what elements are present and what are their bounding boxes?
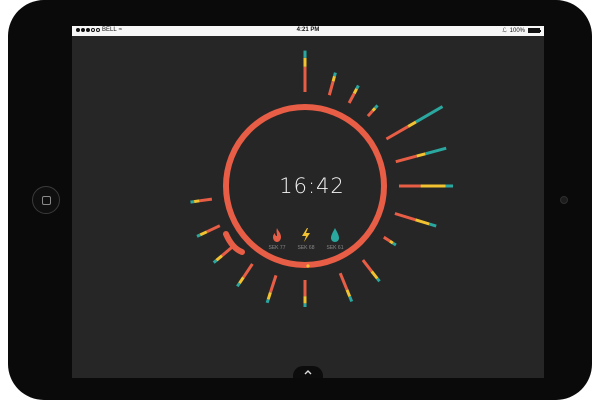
current-hour-dot bbox=[306, 264, 310, 268]
usage-tick-segment bbox=[238, 276, 245, 285]
water-cost-label: SEK 61 bbox=[326, 245, 344, 251]
usage-tick-segment bbox=[266, 292, 272, 300]
usage-tick-segment bbox=[415, 218, 430, 226]
water-drop-icon bbox=[331, 228, 339, 242]
front-camera bbox=[560, 196, 568, 204]
usage-tick-segment bbox=[425, 146, 447, 156]
usage-tick-segment bbox=[371, 107, 377, 112]
usage-tick-segment bbox=[394, 212, 416, 222]
usage-tick-segment bbox=[212, 259, 218, 264]
app-screen: BELL ≈ 4:21 PM ℒ 100% 16:42 SEK 77 SEK 6… bbox=[72, 26, 544, 378]
chevron-up-icon bbox=[304, 370, 312, 375]
gas-cost-label: SEK 77 bbox=[268, 245, 286, 251]
utility-water[interactable]: SEK 61 bbox=[320, 228, 350, 251]
usage-tick-segment bbox=[352, 88, 359, 95]
usage-tick-segment bbox=[338, 272, 349, 291]
usage-tick-segment bbox=[361, 259, 373, 273]
usage-tick-segment bbox=[428, 222, 437, 228]
usage-tick-segment bbox=[215, 254, 223, 262]
usage-tick-segment bbox=[382, 235, 391, 243]
home-square-icon bbox=[41, 195, 51, 205]
usage-tick-segment bbox=[347, 92, 356, 104]
usage-tick-segment bbox=[385, 125, 409, 141]
usage-tick-segment bbox=[327, 80, 335, 96]
usage-tick-segment bbox=[415, 105, 444, 124]
usage-tick-segment bbox=[199, 197, 213, 203]
clock-time: 16:42 bbox=[279, 174, 345, 198]
usage-tick-segment bbox=[355, 84, 360, 90]
usage-tick-segment bbox=[348, 295, 354, 303]
usage-tick-segment bbox=[416, 152, 426, 158]
home-button[interactable] bbox=[32, 186, 60, 214]
flame-icon bbox=[273, 228, 281, 242]
usage-tick-segment bbox=[268, 274, 278, 293]
usage-tick-segment bbox=[370, 270, 379, 280]
usage-tick-segment bbox=[265, 298, 270, 304]
utility-gas[interactable]: SEK 77 bbox=[262, 228, 292, 251]
usage-dial bbox=[190, 50, 453, 307]
usage-tick-segment bbox=[242, 263, 254, 279]
usage-tick-segment bbox=[190, 200, 195, 204]
usage-tick-segment bbox=[376, 277, 381, 283]
usage-tick-segment bbox=[193, 199, 200, 204]
lightning-icon bbox=[302, 228, 310, 242]
usage-tick-segment bbox=[389, 239, 394, 245]
usage-tick-segment bbox=[331, 75, 336, 82]
tablet-device: BELL ≈ 4:21 PM ℒ 100% 16:42 SEK 77 SEK 6… bbox=[8, 0, 592, 400]
usage-tick-segment bbox=[407, 120, 417, 128]
usage-tick-segment bbox=[196, 233, 201, 238]
usage-tick-segment bbox=[373, 104, 379, 110]
usage-tick-segment bbox=[392, 241, 397, 247]
usage-tick-segment bbox=[345, 289, 352, 298]
usage-tick-segment bbox=[395, 154, 418, 164]
usage-tick-segment bbox=[366, 109, 374, 118]
electricity-cost-label: SEK 68 bbox=[297, 245, 315, 251]
usage-tick-segment bbox=[236, 282, 241, 288]
usage-tick-segment bbox=[206, 224, 221, 234]
usage-tick-segment bbox=[333, 72, 337, 77]
usage-tick-segment bbox=[199, 230, 208, 237]
pull-up-tab[interactable] bbox=[293, 366, 323, 378]
utility-electricity[interactable]: SEK 68 bbox=[291, 228, 321, 251]
